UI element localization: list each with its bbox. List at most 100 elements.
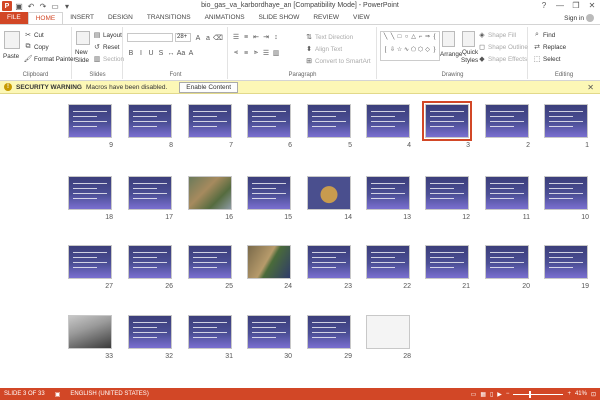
tab-review[interactable]: REVIEW xyxy=(306,12,346,24)
sign-in[interactable]: Sign in xyxy=(564,14,594,22)
zoom-slider[interactable] xyxy=(513,390,564,398)
tab-insert[interactable]: INSERT xyxy=(63,12,101,24)
slide-thumbnail[interactable] xyxy=(128,245,172,279)
slide-thumbnail[interactable] xyxy=(425,176,469,210)
arrange-button[interactable]: Arrange xyxy=(440,51,462,58)
arrange-icon[interactable] xyxy=(442,31,455,47)
minimize-button[interactable]: — xyxy=(554,0,566,11)
align-text-button[interactable]: ⬍ Align Text xyxy=(305,45,342,54)
align-buttons[interactable]: ⫷ ≡ ⫸ ☰ ▥ xyxy=(232,49,280,57)
maximize-button[interactable]: ❐ xyxy=(570,0,582,11)
select-button[interactable]: ⬚ Select xyxy=(533,55,561,64)
shapes-gallery[interactable]: ╲ ╲ □ ○ △ ⌐ ⇒{ [⇩ ☆ ∿ ⬠ ⬡ ◇} xyxy=(380,31,440,61)
slide-thumbnail[interactable] xyxy=(247,315,291,349)
tab-slide-show[interactable]: SLIDE SHOW xyxy=(252,12,307,24)
curve-shape-icon[interactable]: ∿ xyxy=(403,46,410,59)
slide-thumbnail[interactable] xyxy=(68,176,112,210)
slide-thumbnail[interactable] xyxy=(485,245,529,279)
slide-thumbnail[interactable] xyxy=(422,101,472,141)
close-icon[interactable]: ✕ xyxy=(587,83,594,92)
zoom-in-icon[interactable]: + xyxy=(567,391,571,397)
new-slide-icon[interactable] xyxy=(76,31,90,45)
sign-in-label[interactable]: Sign in xyxy=(564,15,584,22)
bracket-shape-icon[interactable]: [ xyxy=(382,46,389,59)
triangle-shape-icon[interactable]: △ xyxy=(410,33,417,46)
slide-thumbnail[interactable] xyxy=(485,176,529,210)
avatar[interactable] xyxy=(586,14,594,22)
connector-shape-icon[interactable]: ⌐ xyxy=(417,33,424,46)
arrow-shape-icon[interactable]: ⇒ xyxy=(424,33,431,46)
normal-view-icon[interactable]: ▭ xyxy=(471,391,477,398)
tab-transitions[interactable]: TRANSITIONS xyxy=(140,12,198,24)
quick-styles-button-1[interactable]: Quick xyxy=(462,49,478,56)
zoom-level[interactable]: 41% xyxy=(575,391,587,397)
slide-thumbnail[interactable] xyxy=(485,104,529,138)
replace-button[interactable]: ⇄ Replace xyxy=(533,43,566,52)
line-shape-icon[interactable]: ╲ xyxy=(382,33,389,46)
convert-smartart-button[interactable]: ⊞ Convert to SmartArt xyxy=(305,57,371,66)
rectangle-shape-icon[interactable]: □ xyxy=(396,33,403,46)
zoom-slider-knob[interactable] xyxy=(528,390,531,398)
reset-button[interactable]: ↺ Reset xyxy=(93,43,119,52)
help-button[interactable]: ? xyxy=(538,0,550,11)
slide-thumbnail[interactable] xyxy=(188,315,232,349)
font-grow-shrink[interactable]: Aa ⌫ xyxy=(194,34,223,43)
shape-outline-button[interactable]: ◻ Shape Outline xyxy=(478,43,528,52)
find-button[interactable]: ⌕ Find xyxy=(533,31,555,39)
new-slide-button-line2[interactable]: Slide xyxy=(75,57,89,64)
slide-thumbnail[interactable] xyxy=(128,176,172,210)
shape-fill-button[interactable]: ◈ Shape Fill xyxy=(478,31,516,40)
font-size-box[interactable]: 28+ xyxy=(175,33,191,42)
quick-styles-button-2[interactable]: Styles xyxy=(461,57,478,64)
slide-thumbnail[interactable] xyxy=(188,245,232,279)
font-style-buttons[interactable]: B I U S ↔ Aa A xyxy=(127,49,195,57)
cut-button[interactable]: ✂ Cut xyxy=(24,31,44,40)
slide-thumbnail[interactable] xyxy=(425,245,469,279)
layout-button[interactable]: ▤ Layout xyxy=(93,31,122,40)
diamond-shape-icon[interactable]: ◇ xyxy=(424,46,431,59)
text-direction-button[interactable]: ⇅ Text Direction xyxy=(305,33,353,42)
section-button[interactable]: ▥ Section xyxy=(93,55,124,64)
slide-thumbnail[interactable] xyxy=(68,245,112,279)
language[interactable]: ENGLISH (UNITED STATES) xyxy=(70,391,148,398)
slide-thumbnail[interactable] xyxy=(188,176,232,210)
slide-thumbnail[interactable] xyxy=(307,176,351,210)
close-button[interactable]: ✕ xyxy=(586,0,598,11)
star-shape-icon[interactable]: ☆ xyxy=(396,46,403,59)
new-slide-button-line1[interactable]: New xyxy=(75,49,88,56)
reading-view-icon[interactable]: ▯ xyxy=(490,391,493,398)
slide-thumbnail[interactable] xyxy=(68,315,112,349)
slide-thumbnail[interactable] xyxy=(247,104,291,138)
slide-thumbnail[interactable] xyxy=(366,315,410,349)
slide-thumbnail[interactable] xyxy=(68,104,112,138)
slide-thumbnail[interactable] xyxy=(366,104,410,138)
format-painter-button[interactable]: 🖌 Format Painter xyxy=(24,55,76,64)
paste-button[interactable]: Paste xyxy=(3,53,19,60)
slide-thumbnail[interactable] xyxy=(544,176,588,210)
slide-thumbnail[interactable] xyxy=(366,176,410,210)
brace-shape-icon[interactable]: { xyxy=(431,33,438,46)
slide-thumbnail[interactable] xyxy=(128,104,172,138)
copy-button[interactable]: ⧉ Copy xyxy=(24,43,49,51)
tab-view[interactable]: VIEW xyxy=(346,12,377,24)
tab-animations[interactable]: ANIMATIONS xyxy=(198,12,252,24)
slide-thumbnail[interactable] xyxy=(247,245,291,279)
quick-styles-icon[interactable] xyxy=(462,31,475,47)
slide-thumbnail[interactable] xyxy=(247,176,291,210)
arrow-down-shape-icon[interactable]: ⇩ xyxy=(389,46,396,59)
proofing-icon[interactable]: ▣ xyxy=(55,391,61,398)
slide-thumbnail[interactable] xyxy=(188,104,232,138)
pentagon-shape-icon[interactable]: ⬠ xyxy=(410,46,417,59)
hexagon-shape-icon[interactable]: ⬡ xyxy=(417,46,424,59)
slide-thumbnail[interactable] xyxy=(544,245,588,279)
tab-home[interactable]: HOME xyxy=(27,12,64,24)
line-shape-icon-2[interactable]: ╲ xyxy=(389,33,396,46)
slide-thumbnail[interactable] xyxy=(307,104,351,138)
shape-effects-button[interactable]: ◆ Shape Effects xyxy=(478,55,527,64)
slideshow-view-icon[interactable]: ▶ xyxy=(497,391,502,398)
enable-content-button[interactable]: Enable Content xyxy=(179,81,239,93)
paste-icon[interactable] xyxy=(4,31,20,49)
brace-right-shape-icon[interactable]: } xyxy=(431,46,438,59)
tab-design[interactable]: DESIGN xyxy=(101,12,140,24)
slide-thumbnail[interactable] xyxy=(307,315,351,349)
